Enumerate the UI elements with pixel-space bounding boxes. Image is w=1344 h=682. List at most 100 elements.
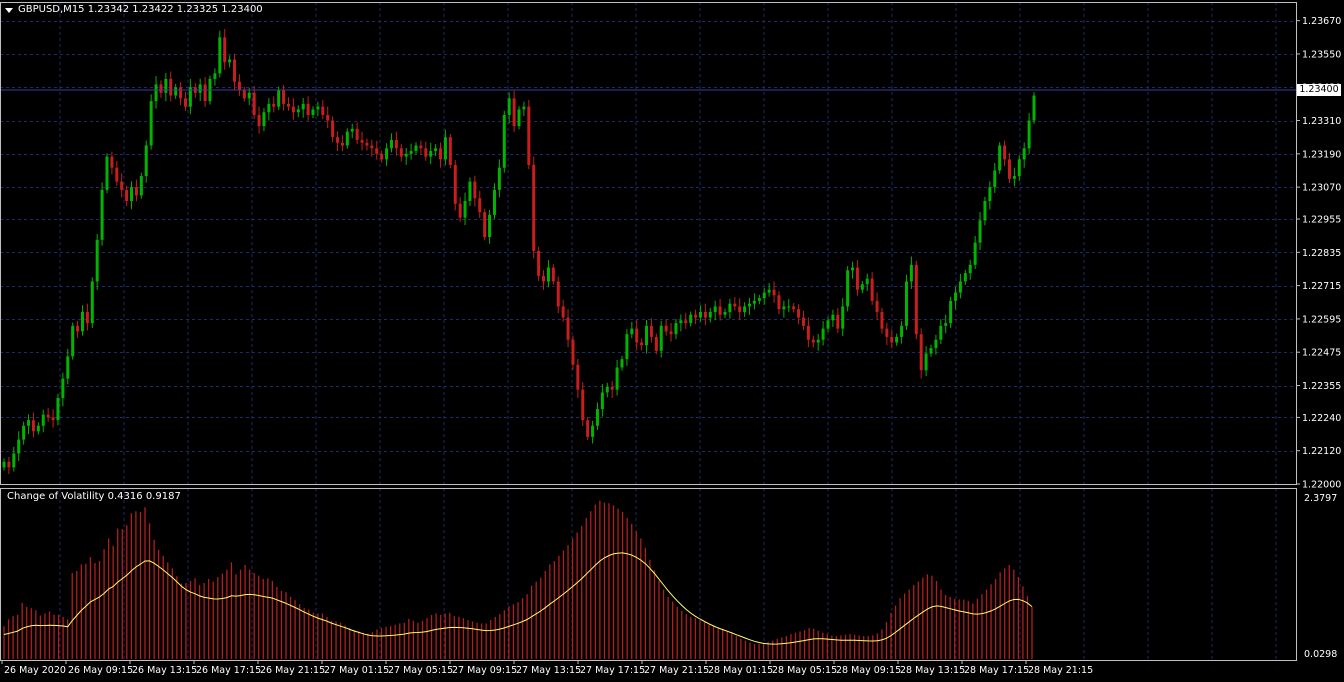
candle-body (380, 153, 384, 160)
candle-body (370, 145, 374, 149)
time-axis-label: 27 May 05:15 (388, 665, 453, 676)
candle-body (620, 359, 624, 368)
candle-body (875, 300, 879, 312)
candle-body (973, 242, 977, 265)
candle-body (654, 336, 658, 351)
candle-body (954, 292, 958, 301)
trading-chart[interactable]: 1.236701.235501.234301.233101.231901.230… (0, 0, 1344, 682)
time-axis-label: 27 May 13:15 (516, 665, 581, 676)
candle-body (522, 106, 526, 110)
candle-body (831, 314, 835, 321)
candle-body (777, 295, 781, 310)
candle-body (414, 145, 418, 152)
candle-body (556, 281, 560, 307)
candle[interactable] (1032, 92, 1036, 124)
candle-body (286, 103, 290, 107)
price-axis-label: 1.22355 (1302, 381, 1341, 392)
candle-body (801, 317, 805, 326)
collapse-arrow-icon[interactable] (5, 8, 13, 13)
candle-body (679, 320, 683, 324)
time-axis-label: 28 May 01:15 (708, 665, 773, 676)
candle-body (22, 425, 26, 440)
candle-body (149, 101, 153, 146)
candle-body (389, 139, 393, 149)
candle[interactable] (105, 153, 109, 194)
candle-body (919, 334, 923, 371)
candle[interactable] (571, 335, 575, 370)
candle[interactable] (532, 156, 536, 259)
candle-body (1027, 120, 1031, 149)
price-axis-label: 1.22240 (1302, 413, 1341, 424)
candle-body (689, 314, 693, 324)
candle-body (895, 336, 899, 343)
candle[interactable] (218, 30, 222, 78)
time-axis-label: 27 May 01:15 (324, 665, 389, 676)
candle-body (429, 151, 433, 157)
candle[interactable] (483, 208, 487, 241)
candle-body (453, 164, 457, 204)
candle-body (203, 84, 207, 102)
candle[interactable] (502, 110, 506, 173)
candle-body (586, 420, 590, 437)
candle[interactable] (90, 277, 94, 329)
candle-body (291, 106, 295, 113)
candle-body (581, 389, 585, 421)
candle-body (252, 92, 256, 115)
candle-body (645, 325, 649, 346)
candle-body (483, 212, 487, 238)
candle-body (507, 98, 511, 115)
candle[interactable] (998, 142, 1002, 174)
candle-body (1017, 159, 1021, 177)
candle[interactable] (914, 260, 918, 340)
candle-body (502, 114, 506, 168)
candle-body (841, 306, 845, 329)
candle[interactable] (846, 266, 850, 312)
candle[interactable] (100, 182, 104, 246)
candle-body (939, 325, 943, 340)
candle-body (703, 311, 707, 318)
candle-body (439, 148, 443, 160)
current-price-tag: 1.23400 (1297, 84, 1341, 96)
candle[interactable] (149, 94, 153, 150)
candle-body (664, 325, 668, 332)
candle-body (311, 109, 315, 115)
candle-body (257, 114, 261, 127)
candle-body (31, 420, 35, 432)
candle-body (934, 339, 938, 349)
candle-body (492, 189, 496, 215)
candle-body (110, 156, 114, 168)
candle[interactable] (517, 106, 521, 130)
candle[interactable] (537, 246, 541, 281)
candle-body (120, 181, 124, 190)
candle-body (41, 414, 45, 426)
candle-body (306, 103, 310, 115)
candle-body (365, 142, 369, 146)
candle-body (282, 90, 286, 104)
candle[interactable] (95, 234, 99, 290)
candle-body (17, 439, 21, 454)
candle[interactable] (904, 274, 908, 331)
candle-body (546, 267, 550, 282)
time-axis-label: 26 May 21:15 (260, 665, 325, 676)
candle-body (424, 148, 428, 157)
candle[interactable] (71, 322, 75, 360)
candle-body (767, 289, 771, 293)
candle-body (782, 306, 786, 310)
candle-body (100, 189, 104, 240)
candle-body (860, 284, 864, 290)
candle-body (885, 328, 889, 337)
candle-body (669, 331, 673, 335)
candle[interactable] (139, 172, 143, 199)
indicator-axis-label: 2.3797 (1304, 493, 1337, 504)
candle-body (223, 37, 227, 63)
candle[interactable] (586, 416, 590, 441)
price-axis-label: 1.23070 (1302, 183, 1341, 194)
candle[interactable] (453, 159, 457, 211)
candle-body (610, 386, 614, 390)
candle-body (331, 120, 335, 138)
price-axis-label: 1.22000 (1302, 480, 1341, 491)
candle[interactable] (448, 133, 452, 169)
time-axis-label: 27 May 21:15 (644, 665, 709, 676)
candle[interactable] (527, 100, 531, 170)
candle-body (144, 145, 148, 177)
